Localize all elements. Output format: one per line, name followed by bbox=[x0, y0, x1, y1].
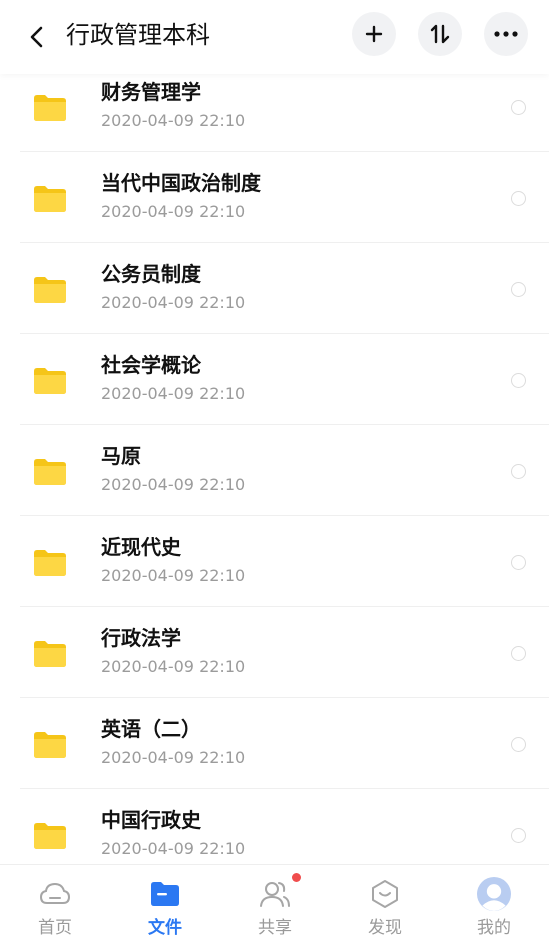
list-item[interactable]: 中国行政史 2020-04-09 22:10 bbox=[0, 789, 549, 864]
bottom-tab-bar: 首页 文件 共享 发现 我的 bbox=[0, 864, 549, 941]
list-item[interactable]: 近现代史 2020-04-09 22:10 bbox=[0, 516, 549, 607]
tab-label: 文件 bbox=[148, 918, 182, 938]
folder-icon bbox=[34, 95, 66, 121]
tab-label: 首页 bbox=[38, 918, 72, 938]
people-icon bbox=[258, 877, 292, 911]
select-radio[interactable] bbox=[511, 555, 526, 570]
file-time: 2020-04-09 22:10 bbox=[101, 293, 246, 312]
select-radio[interactable] bbox=[511, 828, 526, 843]
list-item[interactable]: 公务员制度 2020-04-09 22:10 bbox=[0, 243, 549, 334]
file-time: 2020-04-09 22:10 bbox=[101, 475, 246, 494]
discover-icon bbox=[368, 877, 402, 911]
list-item[interactable]: 当代中国政治制度 2020-04-09 22:10 bbox=[0, 152, 549, 243]
list-item[interactable]: 财务管理学 2020-04-09 22:10 bbox=[0, 74, 549, 152]
file-list: 财务管理学 2020-04-09 22:10 当代中国政治制度 2020-04-… bbox=[0, 74, 549, 864]
list-item[interactable]: 马原 2020-04-09 22:10 bbox=[0, 425, 549, 516]
folder-icon bbox=[34, 550, 66, 576]
back-button[interactable] bbox=[22, 22, 52, 52]
tab-files[interactable]: 文件 bbox=[120, 865, 210, 941]
tab-discover[interactable]: 发现 bbox=[340, 865, 430, 941]
select-radio[interactable] bbox=[511, 737, 526, 752]
folder-icon bbox=[34, 459, 66, 485]
file-name: 英语（二） bbox=[101, 717, 201, 741]
file-time: 2020-04-09 22:10 bbox=[101, 111, 246, 130]
tab-home[interactable]: 首页 bbox=[10, 865, 100, 941]
sort-button[interactable] bbox=[418, 12, 462, 56]
file-name: 财务管理学 bbox=[101, 80, 201, 104]
tab-me[interactable]: 我的 bbox=[449, 865, 539, 941]
top-bar: 行政管理本科 bbox=[0, 0, 549, 74]
page-title: 行政管理本科 bbox=[66, 21, 210, 49]
add-button[interactable] bbox=[352, 12, 396, 56]
file-name: 行政法学 bbox=[101, 626, 181, 650]
select-radio[interactable] bbox=[511, 100, 526, 115]
file-name: 当代中国政治制度 bbox=[101, 171, 261, 195]
folder-icon bbox=[34, 186, 66, 212]
tab-label: 共享 bbox=[258, 918, 292, 938]
file-time: 2020-04-09 22:10 bbox=[101, 657, 246, 676]
file-name: 中国行政史 bbox=[101, 808, 201, 832]
app-root: 行政管理本科 财务管理学 2020-04-09 22:10 当代中国政治制度 2… bbox=[0, 0, 549, 941]
file-time: 2020-04-09 22:10 bbox=[101, 748, 246, 767]
select-radio[interactable] bbox=[511, 464, 526, 479]
file-time: 2020-04-09 22:10 bbox=[101, 839, 246, 858]
folder-icon bbox=[34, 823, 66, 849]
folder-icon bbox=[34, 732, 66, 758]
avatar-icon bbox=[477, 877, 511, 911]
list-item[interactable]: 社会学概论 2020-04-09 22:10 bbox=[0, 334, 549, 425]
file-time: 2020-04-09 22:10 bbox=[101, 384, 246, 403]
folder-icon bbox=[148, 877, 182, 911]
folder-icon bbox=[34, 641, 66, 667]
tab-share[interactable]: 共享 bbox=[230, 865, 320, 941]
select-radio[interactable] bbox=[511, 191, 526, 206]
file-name: 马原 bbox=[101, 444, 141, 468]
list-item[interactable]: 英语（二） 2020-04-09 22:10 bbox=[0, 698, 549, 789]
file-name: 近现代史 bbox=[101, 535, 181, 559]
list-item[interactable]: 行政法学 2020-04-09 22:10 bbox=[0, 607, 549, 698]
chevron-left-icon bbox=[30, 26, 43, 48]
select-radio[interactable] bbox=[511, 282, 526, 297]
folder-icon bbox=[34, 277, 66, 303]
more-button[interactable] bbox=[484, 12, 528, 56]
more-horizontal-icon bbox=[494, 31, 518, 37]
select-radio[interactable] bbox=[511, 373, 526, 388]
tab-label: 发现 bbox=[368, 918, 402, 938]
select-radio[interactable] bbox=[511, 646, 526, 661]
cloud-icon bbox=[38, 877, 72, 911]
tab-label: 我的 bbox=[477, 918, 511, 938]
folder-icon bbox=[34, 368, 66, 394]
file-name: 社会学概论 bbox=[101, 353, 201, 377]
file-name: 公务员制度 bbox=[101, 262, 201, 286]
plus-icon bbox=[365, 25, 383, 43]
sort-icon bbox=[430, 24, 450, 44]
file-time: 2020-04-09 22:10 bbox=[101, 566, 246, 585]
notification-badge bbox=[292, 873, 301, 882]
file-time: 2020-04-09 22:10 bbox=[101, 202, 246, 221]
